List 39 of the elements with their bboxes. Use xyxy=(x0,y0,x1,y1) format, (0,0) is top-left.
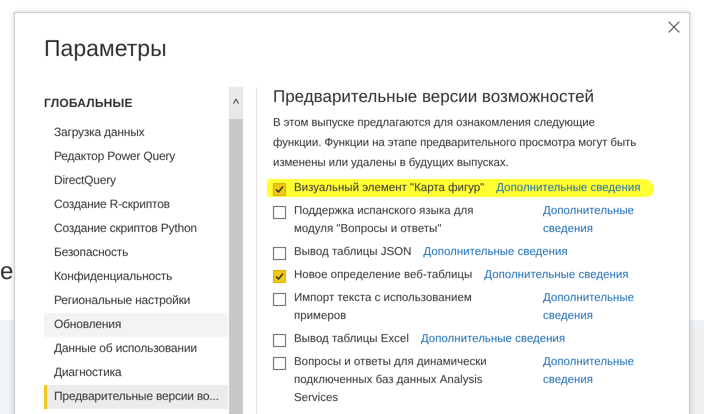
sidebar-item[interactable]: Данные об использовании xyxy=(44,337,228,361)
sidebar-item[interactable]: Безопасность xyxy=(44,241,228,265)
background-text: е xyxy=(0,258,14,286)
sidebar-item[interactable]: DirectQuery xyxy=(44,169,228,193)
close-button[interactable]: × xyxy=(661,15,687,41)
sidebar-item[interactable]: Создание скриптов Python xyxy=(44,217,228,241)
more-info-link[interactable]: Дополнительные сведения xyxy=(484,266,628,284)
checkbox[interactable] xyxy=(273,334,286,347)
checkbox[interactable] xyxy=(273,247,286,260)
checkbox[interactable] xyxy=(273,183,286,196)
checkbox[interactable] xyxy=(273,293,286,306)
more-info-link[interactable]: Дополнительные сведения xyxy=(543,202,643,238)
option-label: Новое определение веб-таблицы xyxy=(294,268,472,283)
sidebar-item[interactable]: Диагностика xyxy=(44,361,228,385)
option-label: Вывод таблицы JSON xyxy=(294,245,412,260)
option-label: Поддержка испанского языка для модуля "Вопросы и ответы" xyxy=(294,204,474,237)
section-heading: ГЛОБАЛЬНЫЕ xyxy=(44,96,134,110)
sidebar-item[interactable]: Редактор Power Query xyxy=(44,145,228,169)
checkbox[interactable] xyxy=(273,357,286,370)
sidebar-item[interactable]: Предварительные версии во... xyxy=(44,385,228,409)
sidebar-item[interactable]: Конфиденциальность xyxy=(44,265,228,289)
sidebar-item[interactable]: Региональные настройки xyxy=(44,289,228,313)
more-info-link[interactable]: Дополнительные сведения xyxy=(423,243,568,261)
sidebar-item[interactable]: Создание R-скриптов xyxy=(44,193,228,217)
sidebar-item[interactable]: Обновления xyxy=(44,313,228,337)
more-info-link[interactable]: Дополнительные сведения xyxy=(543,289,643,325)
option-label: Вопросы и ответы для динамически подключенных баз данных Analysis Services xyxy=(294,355,488,406)
section-title: Предварительные версии возможностей xyxy=(273,87,596,107)
checkbox[interactable] xyxy=(273,206,286,219)
more-info-link[interactable]: Дополнительные сведения xyxy=(543,353,643,389)
checkbox[interactable] xyxy=(273,270,286,283)
option-label: Вывод таблицы Excel xyxy=(294,332,409,347)
description: В этом выпуске предлагаются для ознакомления следующие функции. Функции на этапе предварительного просмотра могут быть изменены или удалены в будущих выпусках. xyxy=(273,116,638,171)
more-info-link[interactable]: Дополнительные сведения xyxy=(420,330,566,348)
more-info-link[interactable]: Дополнительные сведения xyxy=(496,179,640,197)
option-label: Импорт текста с использованием примеров xyxy=(294,291,473,324)
option-label: Визуальный элемент "Карта фигур" xyxy=(294,181,484,196)
dialog-title: Параметры xyxy=(44,35,168,63)
sidebar-item[interactable]: Загрузка данных xyxy=(44,121,228,145)
